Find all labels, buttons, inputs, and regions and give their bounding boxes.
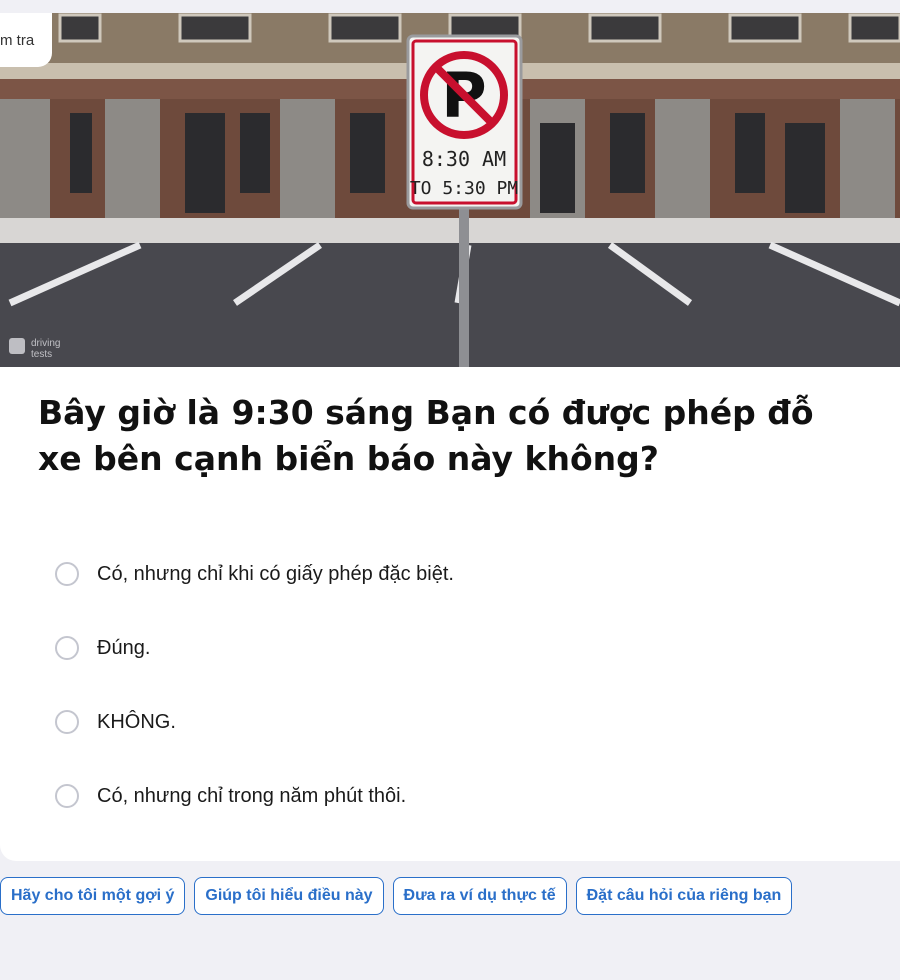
question-image: P 8:30 AM TO 5:30 PM driving tests — [0, 13, 900, 367]
radio-button[interactable] — [55, 710, 79, 734]
answer-option-3[interactable]: KHÔNG. — [55, 685, 875, 759]
hint-button[interactable]: Hãy cho tôi một gợi ý — [0, 877, 186, 915]
explain-button[interactable]: Giúp tôi hiểu điều này — [194, 877, 384, 915]
radio-button[interactable] — [55, 784, 79, 808]
parking-lot — [0, 243, 900, 367]
answer-option-2[interactable]: Đúng. — [55, 611, 875, 685]
answer-option-label: Có, nhưng chỉ trong năm phút thôi. — [97, 784, 407, 807]
sidewalk — [0, 218, 900, 246]
sign-pole — [459, 203, 469, 367]
ask-own-question-button[interactable]: Đặt câu hỏi của riêng bạn — [575, 877, 793, 915]
answer-options: Có, nhưng chỉ khi có giấy phép đặc biệt.… — [55, 537, 875, 833]
answer-option-label: Đúng. — [97, 636, 151, 659]
sign-time-end: TO 5:30 PM — [410, 178, 519, 199]
help-actions: Hãy cho tôi một gợi ý Giúp tôi hiểu điều… — [0, 877, 793, 915]
parking-sign-photo: P 8:30 AM TO 5:30 PM driving tests — [0, 13, 900, 367]
svg-text:tests: tests — [31, 349, 52, 360]
real-example-button[interactable]: Đưa ra ví dụ thực tế — [392, 877, 567, 915]
radio-button[interactable] — [55, 562, 79, 586]
answer-option-1[interactable]: Có, nhưng chỉ khi có giấy phép đặc biệt. — [55, 537, 875, 611]
no-parking-sign: P 8:30 AM TO 5:30 PM — [406, 34, 523, 210]
answer-option-4[interactable]: Có, nhưng chỉ trong năm phút thôi. — [55, 759, 875, 833]
header-tab[interactable]: m tra — [0, 13, 52, 67]
header-tab-label: m tra — [0, 31, 35, 49]
answer-option-label: Có, nhưng chỉ khi có giấy phép đặc biệt. — [97, 562, 454, 585]
question-text: Bây giờ là 9:30 sáng Bạn có được phép đỗ… — [38, 393, 814, 478]
sign-time-start: 8:30 AM — [422, 147, 506, 171]
answer-option-label: KHÔNG. — [97, 710, 176, 733]
svg-text:driving: driving — [31, 338, 60, 349]
radio-button[interactable] — [55, 636, 79, 660]
